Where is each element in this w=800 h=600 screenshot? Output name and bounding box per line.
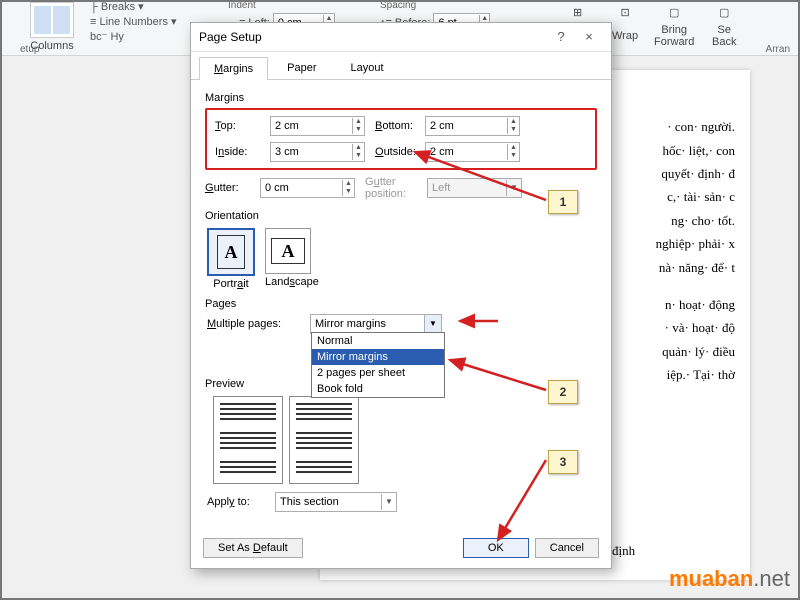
ribbon-send-back[interactable]: ▢Se Back: [712, 6, 736, 48]
label-gutter-position: Gutter position:: [365, 176, 427, 200]
apply-to-select[interactable]: This section▼: [275, 492, 397, 512]
label-outside: Outside:: [375, 146, 425, 158]
help-button[interactable]: ?: [547, 23, 575, 51]
preview-pane: [213, 396, 597, 484]
label-gutter: Gutter:: [205, 182, 260, 194]
dropdown-option-book-fold[interactable]: Book fold: [312, 381, 444, 397]
orientation-landscape[interactable]: A Landscape: [265, 228, 319, 290]
tab-paper[interactable]: Paper: [272, 56, 331, 79]
margin-outside-input[interactable]: ▲▼: [425, 142, 520, 162]
callout-3: 3: [548, 450, 578, 474]
preview-page-left: [213, 396, 283, 484]
ribbon-group-label-setup: etup: [20, 44, 39, 55]
callout-1: 1: [548, 190, 578, 214]
dropdown-option-normal[interactable]: Normal: [312, 333, 444, 349]
label-inside: Inside:: [215, 146, 270, 158]
dropdown-option-two-pages[interactable]: 2 pages per sheet: [312, 365, 444, 381]
gutter-position-select: Left▼: [427, 178, 522, 198]
set-default-button[interactable]: Set As Default: [203, 538, 303, 558]
multiple-pages-dropdown[interactable]: Normal Mirror margins 2 pages per sheet …: [311, 332, 445, 398]
ribbon-page-setup-extras[interactable]: ├ Breaks ▾ ≡ Line Numbers ▾ bc⁻ Hy: [90, 0, 177, 43]
app-background: Columns ├ Breaks ▾ ≡ Line Numbers ▾ bc⁻ …: [0, 0, 800, 600]
label-multiple-pages: Multiple pages:: [207, 318, 302, 330]
ribbon-bring-forward[interactable]: ▢Bring Forward: [654, 6, 694, 48]
orientation-portrait[interactable]: A Portrait: [207, 228, 255, 290]
margins-group-label: Margins: [205, 92, 597, 104]
gutter-input[interactable]: ▲▼: [260, 178, 355, 198]
label-bottom: Bottom:: [375, 120, 425, 132]
dialog-title: Page Setup: [199, 23, 547, 51]
close-button[interactable]: ×: [575, 23, 603, 51]
label-apply-to: Apply to:: [207, 496, 267, 508]
dialog-titlebar[interactable]: Page Setup ? ×: [191, 23, 611, 52]
tab-layout[interactable]: Layout: [336, 56, 399, 79]
margins-highlight-box: Top: ▲▼ Bottom: ▲▼ Inside: ▲▼ Outside: ▲…: [205, 108, 597, 170]
ribbon-group-label-arrange: Arran: [766, 44, 790, 55]
ok-button[interactable]: OK: [463, 538, 529, 558]
multiple-pages-select[interactable]: Mirror margins▼: [310, 314, 442, 334]
margin-top-input[interactable]: ▲▼: [270, 116, 365, 136]
dialog-footer: Set As Default OK Cancel: [191, 532, 611, 568]
callout-2: 2: [548, 380, 578, 404]
dialog-tabs: MMarginsargins Paper Layout: [191, 52, 611, 80]
page-setup-dialog: Page Setup ? × MMarginsargins Paper Layo…: [190, 22, 612, 569]
ribbon-wrap[interactable]: ⊡Wrap: [612, 6, 638, 42]
orientation-label: Orientation: [205, 210, 597, 222]
tab-margins[interactable]: MMarginsargins: [199, 57, 268, 80]
chevron-down-icon[interactable]: ▼: [424, 315, 441, 333]
dropdown-option-mirror[interactable]: Mirror margins: [312, 349, 444, 365]
label-top: Top:: [215, 120, 270, 132]
watermark: muaban.net: [669, 566, 790, 592]
margin-inside-input[interactable]: ▲▼: [270, 142, 365, 162]
margin-bottom-input[interactable]: ▲▼: [425, 116, 520, 136]
pages-label: Pages: [205, 298, 597, 310]
cancel-button[interactable]: Cancel: [535, 538, 599, 558]
preview-page-right: [289, 396, 359, 484]
